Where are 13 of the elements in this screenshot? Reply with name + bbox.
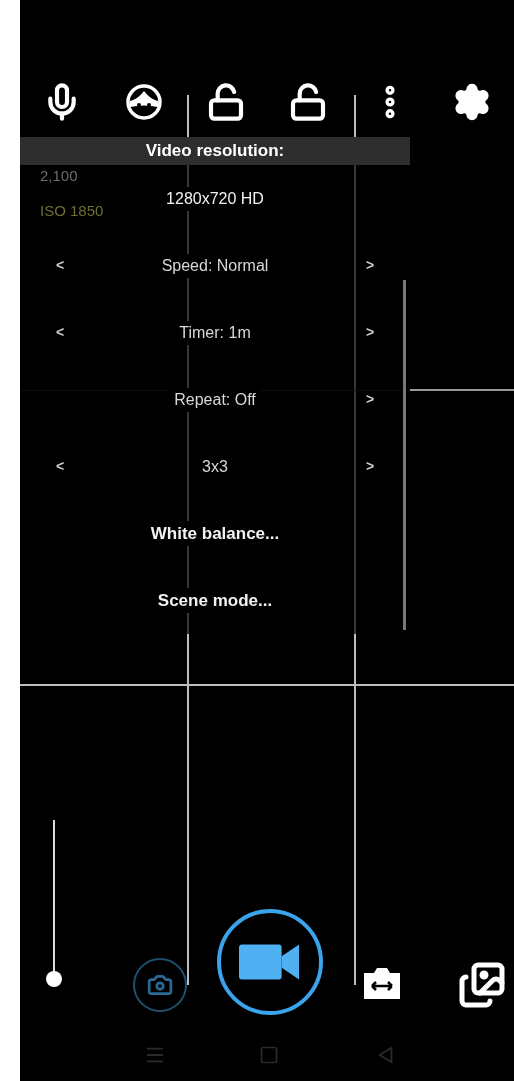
slider-thumb[interactable] bbox=[46, 971, 62, 987]
camera-icon bbox=[147, 972, 173, 998]
video-camera-icon bbox=[239, 942, 301, 982]
camera-info-text: 2,100 bbox=[40, 166, 79, 186]
switch-camera-icon[interactable] bbox=[362, 965, 402, 1001]
menu-title: Video resolution: bbox=[145, 140, 285, 163]
unlocked-icon[interactable] bbox=[206, 81, 246, 122]
record-button[interactable] bbox=[217, 909, 323, 1015]
photo-mode-button[interactable] bbox=[133, 958, 187, 1012]
menu-value[interactable]: Repeat: Off bbox=[170, 387, 260, 412]
camera-info-text: ISO 1850 bbox=[40, 200, 104, 221]
gallery-icon[interactable] bbox=[458, 961, 506, 1009]
unlocked-icon[interactable] bbox=[288, 81, 328, 122]
